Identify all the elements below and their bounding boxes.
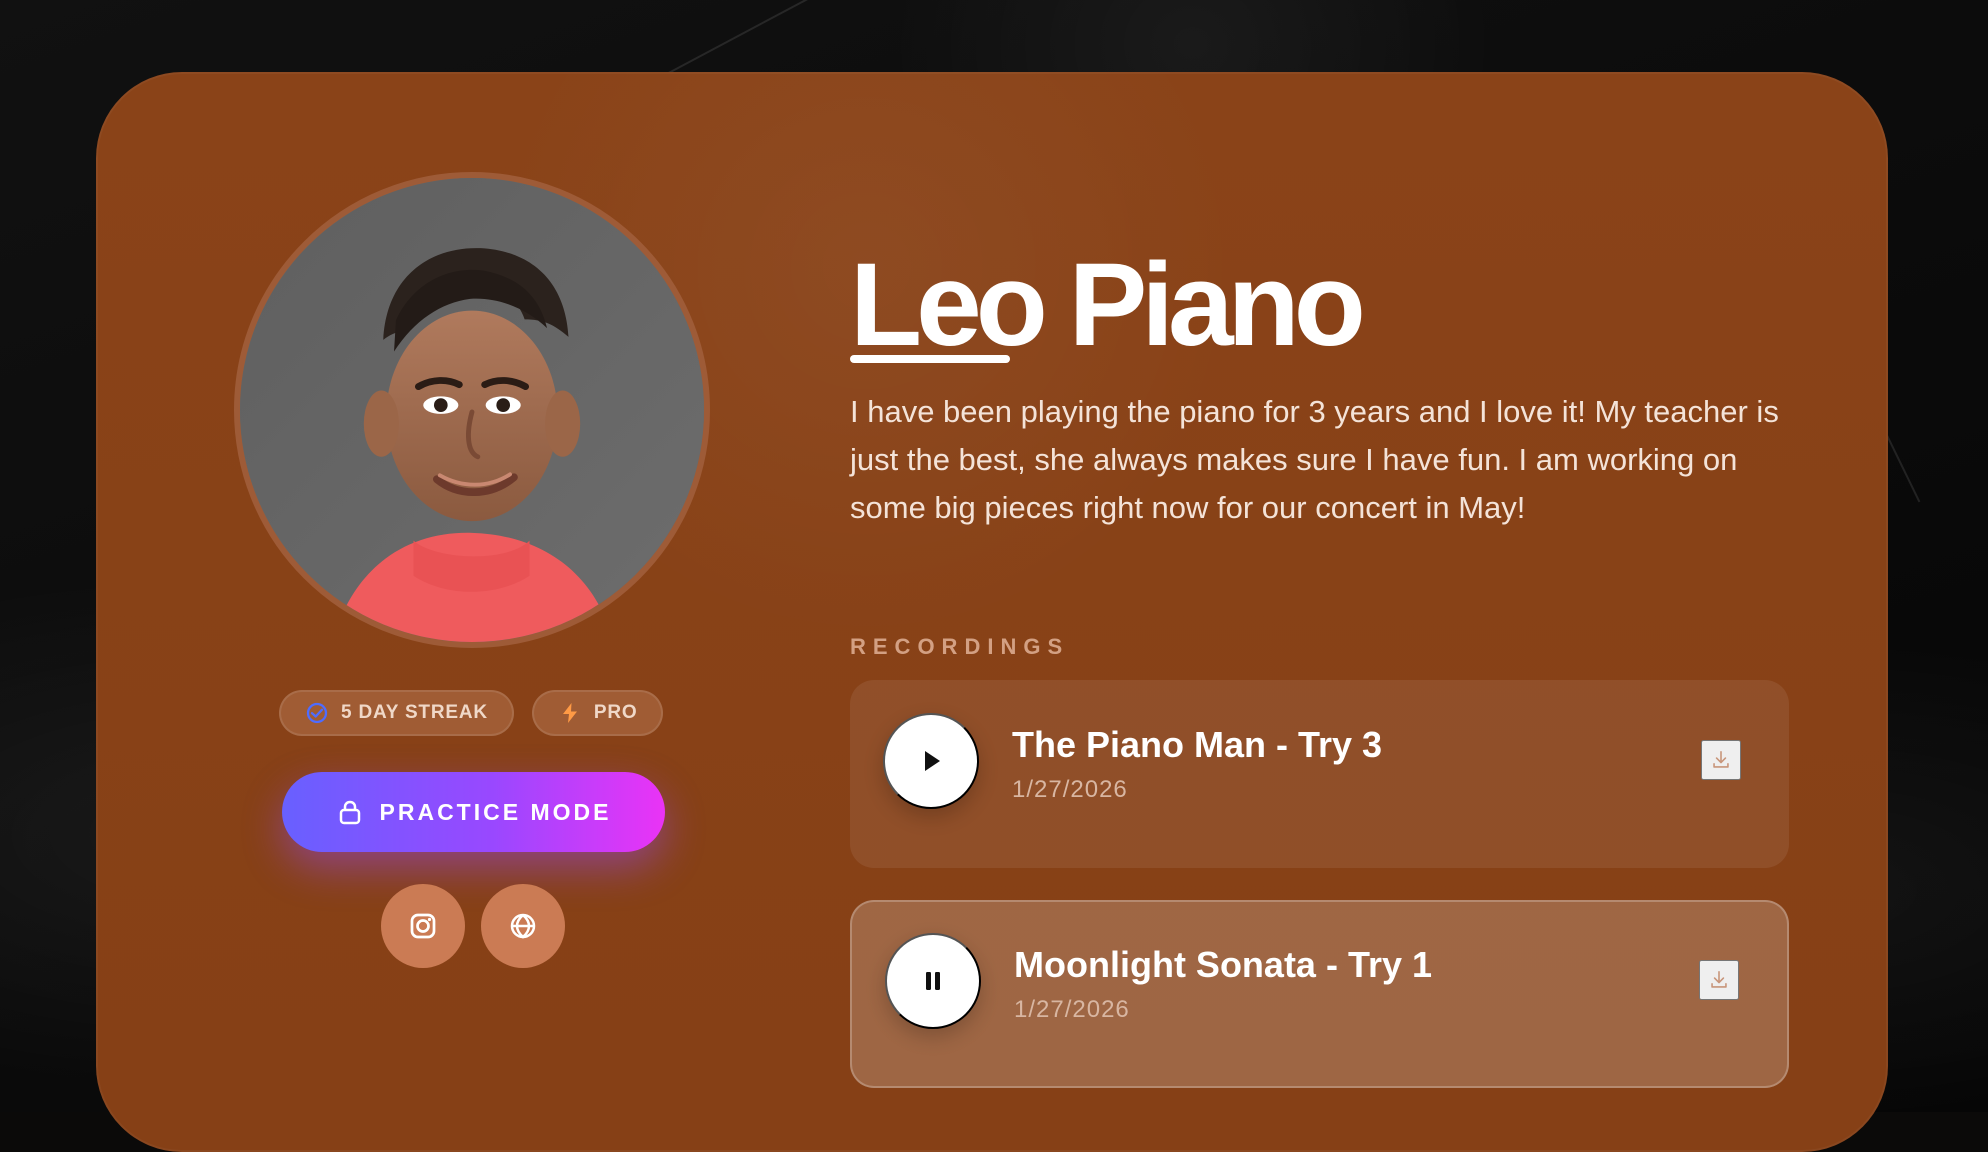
title-underline [850,355,1010,363]
practice-mode-button[interactable]: PRACTICE MODE [282,772,665,852]
student-portrait-icon [240,178,704,642]
download-icon [1711,971,1727,988]
profile-badges: 5 DAY STREAK PRO [279,690,664,736]
social-links [381,884,565,968]
recording-item-piano-man: The Piano Man - Try 3 1/27/2026 [850,680,1789,868]
download-icon [1713,751,1729,768]
recordings-heading: RECORDINGS [850,634,1070,659]
pause-recording-button[interactable] [885,933,981,1029]
recordings-list: The Piano Man - Try 3 1/27/2026 Moonligh… [850,680,1789,1088]
streak-badge: 5 DAY STREAK [279,690,514,736]
download-recording-button[interactable] [1701,740,1741,780]
recording-item-moonlight-sonata: Moonlight Sonata - Try 1 1/27/2026 [850,900,1789,1088]
play-recording-button[interactable] [883,713,979,809]
instagram-button[interactable] [381,884,465,968]
streak-icon [305,701,329,725]
recording-title: The Piano Man - Try 3 [1012,724,1383,765]
recording-date: 1/27/2026 [1014,996,1130,1023]
practice-mode-label: PRACTICE MODE [379,798,612,825]
recording-title: Moonlight Sonata - Try 1 [1014,944,1433,985]
website-button[interactable] [481,884,565,968]
profile-avatar [234,172,710,648]
pro-badge: PRO [531,690,664,736]
profile-name: Leo Piano [850,239,1366,371]
instagram-icon [410,913,436,939]
streak-badge-label: 5 DAY STREAK [341,702,488,723]
lock-icon [336,798,364,826]
lightning-icon [558,701,582,725]
pro-badge-label: PRO [593,702,638,723]
recording-date: 1/27/2026 [1012,776,1128,803]
profile-card: 5 DAY STREAK PRO PRACTICE MODE Leo Piano… [96,72,1888,1152]
play-icon [925,751,940,771]
profile-bio: I have been playing the piano for 3 year… [850,394,1779,525]
pause-icon [926,972,940,990]
globe-icon [510,913,536,939]
download-recording-button[interactable] [1699,960,1739,1000]
